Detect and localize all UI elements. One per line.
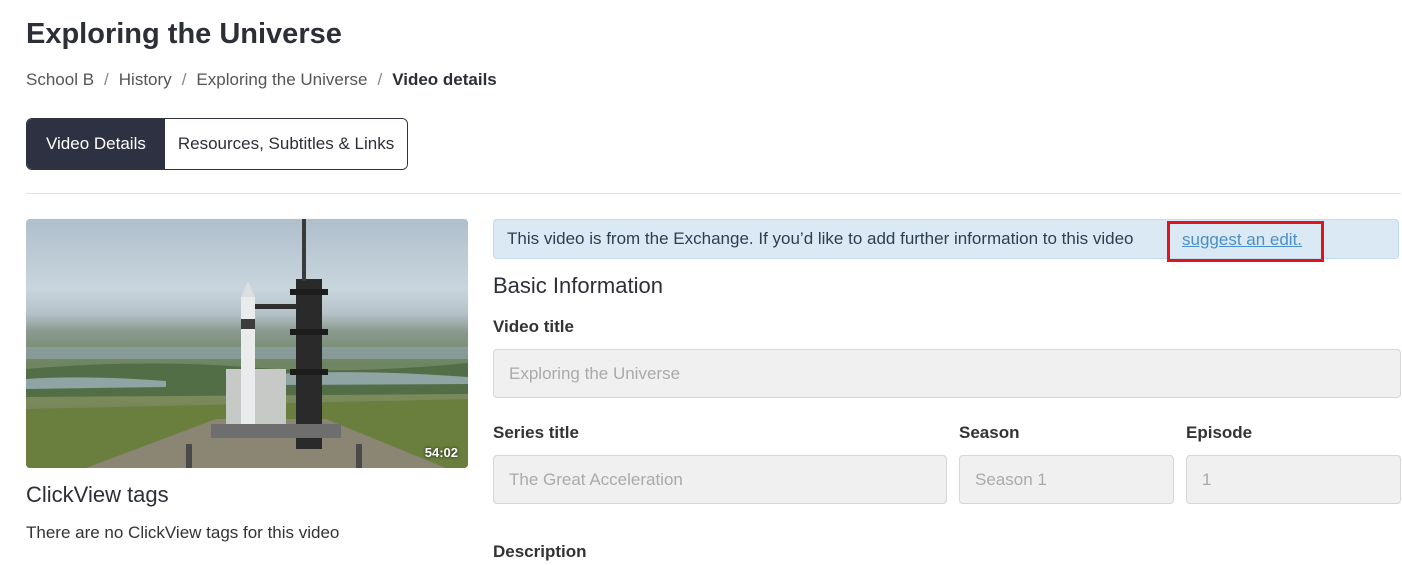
video-title-label: Video title [493,317,574,336]
exchange-notice-text: This video is from the Exchange. If you’… [507,229,1134,248]
breadcrumb-separator: / [181,70,187,89]
breadcrumb-separator: / [377,70,383,89]
breadcrumb-item-subject[interactable]: History [119,70,172,90]
tab-video-details[interactable]: Video Details [27,119,165,169]
video-thumbnail[interactable]: 54:02 [26,219,468,468]
season-input[interactable] [959,455,1174,504]
rocket-launch-pad-image [26,219,468,468]
series-title-label: Series title [493,423,579,442]
page-title: Exploring the Universe [26,18,342,50]
episode-label: Episode [1186,423,1253,442]
exchange-notice: This video is from the Exchange. If you’… [493,219,1399,259]
no-tags-message: There are no ClickView tags for this vid… [26,523,340,542]
tab-bar: Video Details Resources, Subtitles & Lin… [26,118,409,170]
divider [26,193,1401,194]
description-label: Description [493,542,587,561]
episode-input[interactable] [1186,455,1401,504]
tab-resources-subtitles-links[interactable]: Resources, Subtitles & Links [164,119,408,169]
suggest-edit-link[interactable]: suggest an edit. [1182,230,1302,250]
video-duration: 54:02 [424,445,458,460]
video-title-input[interactable] [493,349,1401,398]
season-label: Season [959,423,1020,442]
breadcrumb-separator: / [104,70,109,89]
breadcrumb-item-video[interactable]: Exploring the Universe [196,70,367,90]
breadcrumb-item-school[interactable]: School B [26,70,94,90]
breadcrumb-current: Video details [392,70,497,89]
basic-information-heading: Basic Information [493,273,663,298]
series-title-input[interactable] [493,455,947,504]
breadcrumb: School B / History / Exploring the Unive… [26,70,497,90]
clickview-tags-heading: ClickView tags [26,482,169,507]
